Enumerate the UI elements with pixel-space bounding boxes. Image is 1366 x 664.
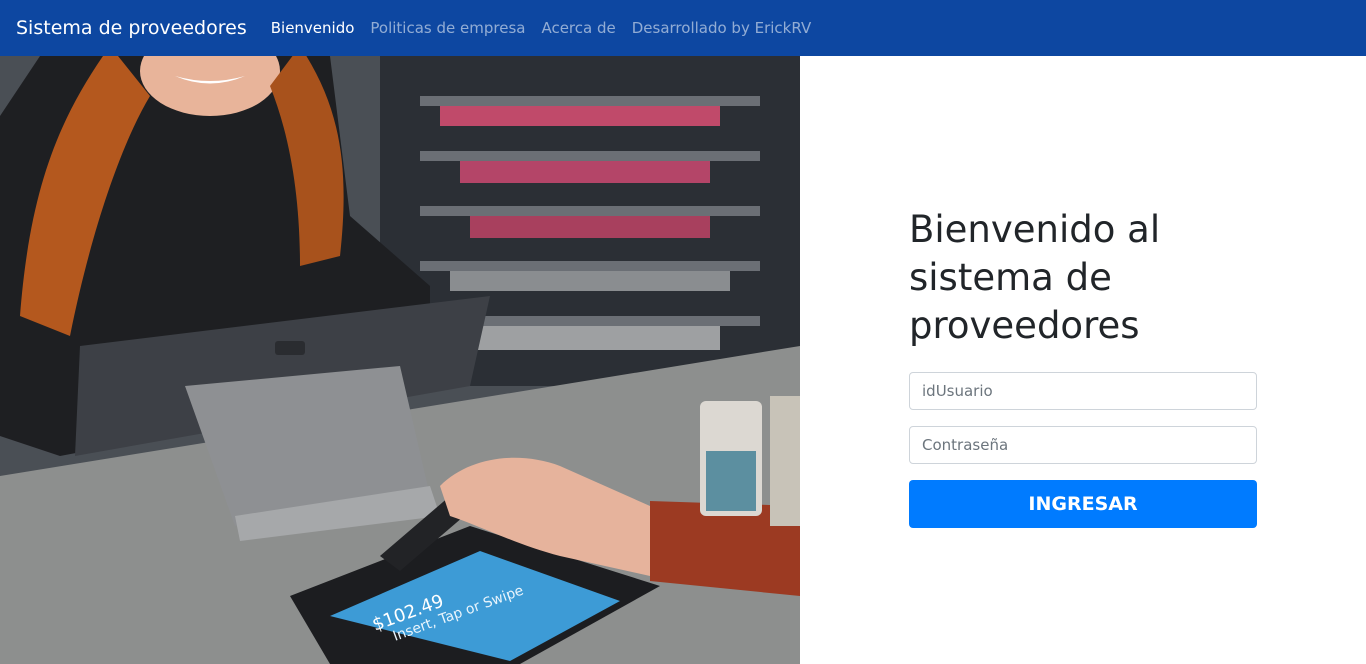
nav-link-acerca[interactable]: Acerca de bbox=[541, 19, 615, 37]
user-id-input[interactable] bbox=[909, 372, 1257, 410]
login-submit-button[interactable]: INGRESAR bbox=[909, 480, 1257, 528]
nav-link-desarrollado[interactable]: Desarrollado by ErickRV bbox=[632, 19, 811, 37]
login-panel: Bienvenido al sistema de proveedores ING… bbox=[909, 206, 1257, 528]
nav-link-politicas[interactable]: Politicas de empresa bbox=[370, 19, 525, 37]
welcome-heading: Bienvenido al sistema de proveedores bbox=[909, 208, 1161, 347]
navbar-brand[interactable]: Sistema de proveedores bbox=[16, 17, 247, 39]
nav-link-bienvenido[interactable]: Bienvenido bbox=[271, 19, 355, 37]
product-bottle bbox=[700, 396, 800, 526]
top-navbar: Sistema de proveedores Bienvenido Politi… bbox=[0, 0, 1366, 56]
hero-photo-illustration: $102.49 Insert, Tap or Swipe bbox=[0, 56, 800, 664]
password-input[interactable] bbox=[909, 426, 1257, 464]
hero-photo: $102.49 Insert, Tap or Swipe bbox=[0, 56, 800, 664]
